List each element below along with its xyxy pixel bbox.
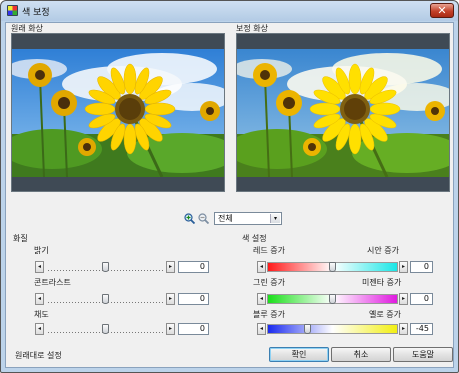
brightness-track[interactable] xyxy=(45,261,165,273)
green-magenta-value-field[interactable]: 0 xyxy=(410,293,433,305)
dialog-body: 원래 화상 보정 화상 전체 ▾ 화질 밝기 ◂ ▸ 0 콘트라스트 ◂ ▸ 0… xyxy=(5,22,454,368)
green-increase-label: 그린 증가 xyxy=(253,278,285,287)
red-cyan-value-field[interactable]: 0 xyxy=(410,261,433,273)
blue-yellow-gradient-bar xyxy=(267,324,398,334)
title-bar[interactable]: 색 보정 ✕ xyxy=(1,1,458,21)
zoom-level-value: 전체 xyxy=(218,214,233,223)
blue-yellow-increase-arrow[interactable]: ▸ xyxy=(399,323,408,335)
zoom-in-icon[interactable] xyxy=(184,213,195,224)
blue-yellow-slider[interactable]: ◂ ▸ xyxy=(257,323,408,335)
brightness-increase-arrow[interactable]: ▸ xyxy=(166,261,175,273)
original-image-preview xyxy=(11,33,225,192)
red-cyan-track[interactable] xyxy=(267,261,398,273)
green-magenta-slider[interactable]: ◂ ▸ xyxy=(257,293,408,305)
contrast-slider[interactable]: ◂ ▸ xyxy=(35,293,175,305)
yellow-increase-label: 옐로 증가 xyxy=(369,310,401,319)
contrast-decrease-arrow[interactable]: ◂ xyxy=(35,293,44,305)
original-sunflower-photo xyxy=(12,49,224,177)
zoom-out-icon[interactable] xyxy=(198,213,209,224)
blue-yellow-thumb[interactable] xyxy=(304,324,311,334)
chevron-down-icon: ▾ xyxy=(270,214,280,223)
red-increase-label: 레드 증가 xyxy=(253,246,285,255)
green-magenta-thumb[interactable] xyxy=(329,294,336,304)
contrast-increase-arrow[interactable]: ▸ xyxy=(166,293,175,305)
corrected-sunflower-photo xyxy=(237,49,449,177)
green-magenta-track[interactable] xyxy=(267,293,398,305)
color-correction-dialog: 색 보정 ✕ 원래 화상 보정 화상 전체 ▾ 화질 밝기 ◂ ▸ 0 콘트라스… xyxy=(0,0,459,373)
saturation-value-field[interactable]: 0 xyxy=(178,323,209,335)
blue-increase-label: 블루 증가 xyxy=(253,310,285,319)
red-cyan-increase-arrow[interactable]: ▸ xyxy=(399,261,408,273)
color-section-title: 색 설정 xyxy=(242,234,267,243)
contrast-value-field[interactable]: 0 xyxy=(178,293,209,305)
blue-yellow-track[interactable] xyxy=(267,323,398,335)
brightness-thumb[interactable] xyxy=(102,262,109,272)
contrast-track[interactable] xyxy=(45,293,165,305)
magenta-increase-label: 미젠타 증가 xyxy=(362,278,402,287)
red-cyan-slider[interactable]: ◂ ▸ xyxy=(257,261,408,273)
saturation-label: 채도 xyxy=(34,310,49,319)
contrast-thumb[interactable] xyxy=(102,294,109,304)
brightness-slider[interactable]: ◂ ▸ xyxy=(35,261,175,273)
zoom-level-select[interactable]: 전체 ▾ xyxy=(214,212,282,225)
close-button[interactable]: ✕ xyxy=(430,3,454,18)
tone-section-title: 화질 xyxy=(13,234,28,243)
close-icon: ✕ xyxy=(437,4,447,17)
window-title: 색 보정 xyxy=(22,8,50,18)
palette-app-icon xyxy=(7,5,18,16)
red-cyan-decrease-arrow[interactable]: ◂ xyxy=(257,261,266,273)
blue-yellow-decrease-arrow[interactable]: ◂ xyxy=(257,323,266,335)
saturation-increase-arrow[interactable]: ▸ xyxy=(166,323,175,335)
saturation-decrease-arrow[interactable]: ◂ xyxy=(35,323,44,335)
help-button[interactable]: 도움말 xyxy=(393,347,453,362)
brightness-value-field[interactable]: 0 xyxy=(178,261,209,273)
green-magenta-increase-arrow[interactable]: ▸ xyxy=(399,293,408,305)
cancel-button[interactable]: 취소 xyxy=(331,347,391,362)
brightness-label: 밝기 xyxy=(34,246,49,255)
red-cyan-thumb[interactable] xyxy=(329,262,336,272)
saturation-slider[interactable]: ◂ ▸ xyxy=(35,323,175,335)
corrected-image-preview xyxy=(236,33,450,192)
contrast-label: 콘트라스트 xyxy=(34,278,71,287)
blue-yellow-value-field[interactable]: -45 xyxy=(410,323,433,335)
saturation-track[interactable] xyxy=(45,323,165,335)
ok-button[interactable]: 확인 xyxy=(269,347,329,362)
brightness-decrease-arrow[interactable]: ◂ xyxy=(35,261,44,273)
saturation-thumb[interactable] xyxy=(102,324,109,334)
reset-to-original-label[interactable]: 원래대로 설정 xyxy=(15,350,62,361)
green-magenta-decrease-arrow[interactable]: ◂ xyxy=(257,293,266,305)
cyan-increase-label: 시안 증가 xyxy=(367,246,399,255)
